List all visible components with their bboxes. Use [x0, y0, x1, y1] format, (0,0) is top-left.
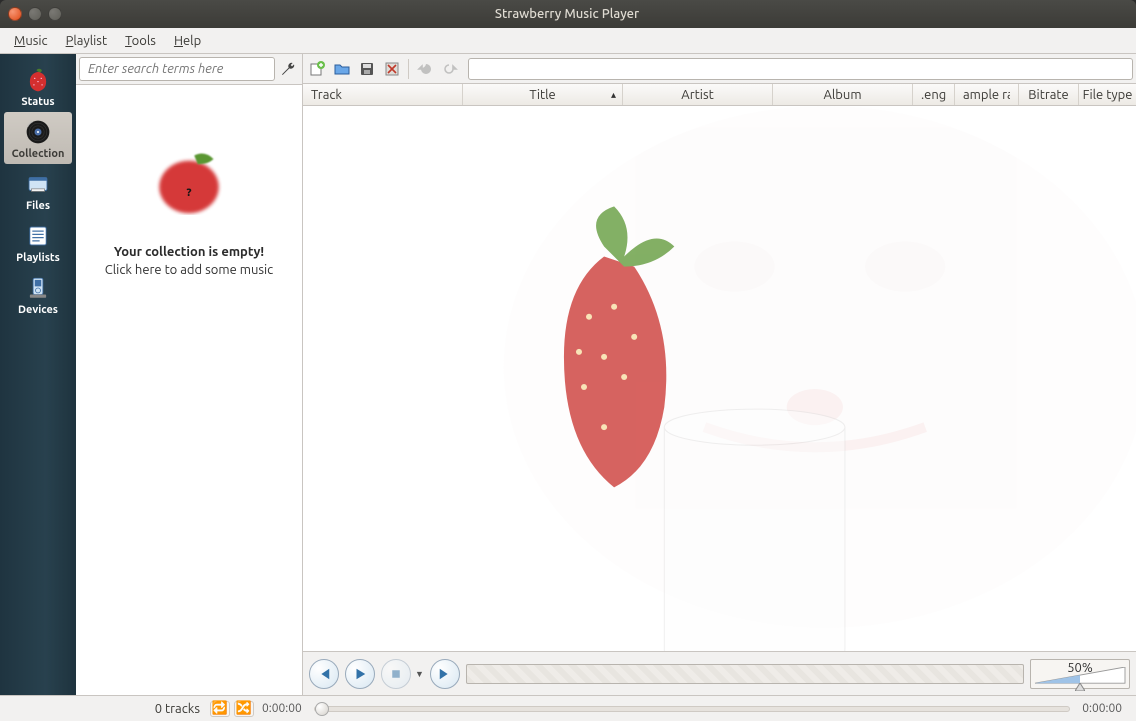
window-title: Strawberry Music Player	[62, 7, 1072, 21]
files-icon	[24, 170, 52, 198]
stop-button[interactable]	[381, 659, 411, 689]
sort-ascending-icon: ▴	[611, 89, 616, 101]
collection-search-row	[76, 54, 302, 85]
seek-bar[interactable]	[466, 664, 1024, 684]
save-icon	[359, 61, 375, 77]
playlist-tab-bar[interactable]	[468, 58, 1133, 80]
app-window: Strawberry Music Player MMusicusic Playl…	[0, 0, 1136, 721]
collection-empty-subtitle: Click here to add some music	[105, 263, 273, 277]
open-folder-icon	[334, 61, 350, 77]
column-length[interactable]: .ength	[913, 84, 955, 105]
next-button[interactable]	[430, 659, 460, 689]
menubar: MMusicusic Playlist Tools Help	[0, 28, 1136, 54]
column-track[interactable]: Track	[303, 84, 463, 105]
devices-icon	[24, 274, 52, 302]
clear-playlist-button[interactable]	[381, 58, 403, 80]
open-playlist-button[interactable]	[331, 58, 353, 80]
volume-control[interactable]: 50%	[1030, 659, 1130, 689]
status-time-elapsed: 0:00:00	[262, 702, 302, 715]
menu-help[interactable]: Help	[166, 31, 209, 51]
shuffle-button[interactable]: 🔀	[234, 701, 254, 717]
menu-tools[interactable]: Tools	[117, 31, 164, 51]
collection-empty-state[interactable]: ? Your collection is empty! Click here t…	[76, 85, 302, 695]
collection-panel: ? Your collection is empty! Click here t…	[76, 54, 303, 695]
window-controls	[8, 7, 62, 21]
collection-empty-title: Your collection is empty!	[114, 245, 264, 259]
seek-thumb[interactable]	[315, 702, 329, 716]
save-playlist-button[interactable]	[356, 58, 378, 80]
svg-text:?: ?	[186, 186, 191, 199]
sidebar-item-files[interactable]: Files	[0, 164, 76, 216]
wrench-icon	[280, 61, 296, 77]
background-art	[303, 106, 1136, 651]
statusbar: 0 tracks 🔁 🔀 0:00:00 0:00:00	[0, 695, 1136, 721]
playlists-icon	[24, 222, 52, 250]
status-seek-slider[interactable]	[314, 706, 1071, 712]
status-track-count: 0 tracks	[8, 702, 208, 716]
strawberry-icon	[24, 66, 52, 94]
previous-icon	[317, 667, 331, 681]
sidebar-label-status: Status	[21, 96, 54, 108]
toolbar	[303, 54, 1136, 84]
window-close-button[interactable]	[8, 7, 22, 21]
playlist-area: Track Title▴ Artist Album .ength ample r…	[303, 84, 1136, 651]
sidebar-label-files: Files	[26, 200, 50, 212]
window-minimize-button[interactable]	[28, 7, 42, 21]
column-album[interactable]: Album	[773, 84, 913, 105]
menu-playlist[interactable]: Playlist	[58, 31, 115, 51]
new-playlist-button[interactable]	[306, 58, 328, 80]
playlist-background[interactable]	[303, 106, 1136, 651]
play-button[interactable]	[345, 659, 375, 689]
sidebar: Status Collection	[0, 54, 76, 695]
app-body: Status Collection	[0, 54, 1136, 695]
column-artist[interactable]: Artist	[623, 84, 773, 105]
clear-icon	[384, 61, 400, 77]
sidebar-item-status[interactable]: Status	[0, 60, 76, 112]
vinyl-icon	[24, 118, 52, 146]
stop-icon	[390, 668, 402, 680]
column-title[interactable]: Title▴	[463, 84, 623, 105]
playback-controls: ▼ 50%	[303, 651, 1136, 695]
collection-settings-button[interactable]	[277, 58, 299, 80]
window-maximize-button[interactable]	[48, 7, 62, 21]
shuffle-icon: 🔀	[236, 701, 252, 716]
repeat-button[interactable]: 🔁	[210, 701, 230, 717]
undo-button[interactable]	[414, 58, 436, 80]
sidebar-label-playlists: Playlists	[16, 252, 60, 264]
sidebar-label-devices: Devices	[18, 304, 58, 316]
redo-icon	[442, 61, 458, 77]
collection-search-input[interactable]	[79, 57, 275, 81]
volume-handle[interactable]	[1075, 680, 1085, 688]
previous-button[interactable]	[309, 659, 339, 689]
next-icon	[438, 667, 452, 681]
new-playlist-icon	[309, 61, 325, 77]
column-filetype[interactable]: File type	[1079, 84, 1136, 105]
repeat-icon: 🔁	[212, 701, 228, 716]
main-panel: Track Title▴ Artist Album .ength ample r…	[303, 54, 1136, 695]
menu-music[interactable]: MMusicusic	[6, 31, 56, 51]
sidebar-label-collection: Collection	[12, 148, 65, 160]
stop-menu-dropdown[interactable]: ▼	[415, 669, 424, 679]
play-icon	[353, 667, 367, 681]
empty-strawberry-icon: ?	[144, 145, 234, 215]
column-bitrate[interactable]: Bitrate	[1019, 84, 1079, 105]
redo-button[interactable]	[439, 58, 461, 80]
sidebar-item-playlists[interactable]: Playlists	[0, 216, 76, 268]
sidebar-item-devices[interactable]: Devices	[0, 268, 76, 320]
titlebar: Strawberry Music Player	[0, 0, 1136, 28]
status-time-total: 0:00:00	[1082, 702, 1122, 715]
column-headers: Track Title▴ Artist Album .ength ample r…	[303, 84, 1136, 106]
column-samplerate[interactable]: ample rate	[955, 84, 1019, 105]
toolbar-separator	[408, 59, 409, 79]
sidebar-item-collection[interactable]: Collection	[4, 112, 72, 164]
undo-icon	[417, 61, 433, 77]
